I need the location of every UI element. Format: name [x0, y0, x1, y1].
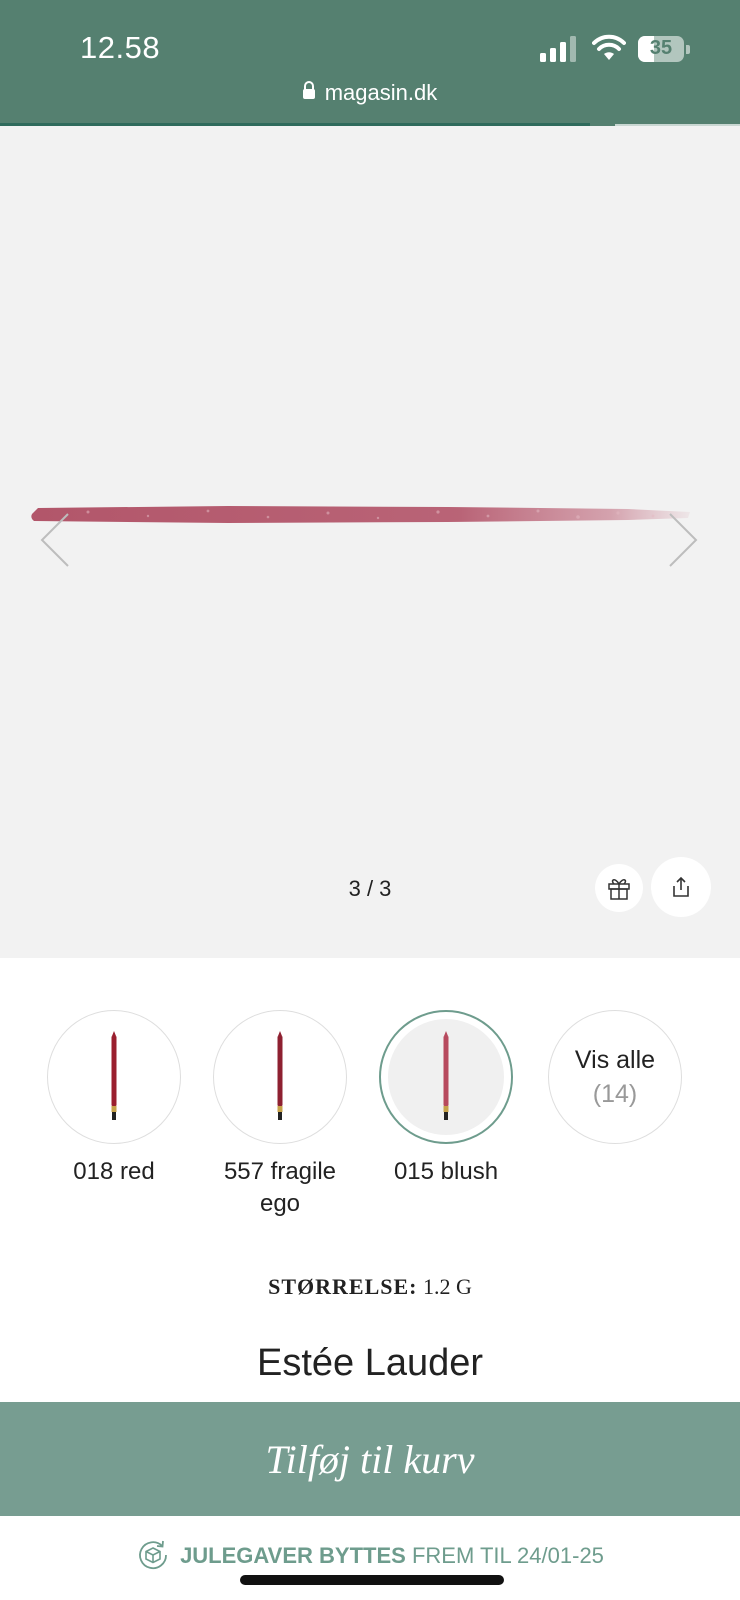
view-all-button[interactable]: Vis alle (14) — [548, 1010, 682, 1144]
pencil-thumbnail — [277, 1031, 283, 1120]
view-all-count: (14) — [592, 1080, 638, 1108]
battery-icon: 35 — [638, 36, 690, 62]
pencil-thumbnail — [443, 1031, 449, 1120]
add-to-cart-button[interactable]: Tilføj til kurv — [0, 1402, 740, 1516]
share-button[interactable] — [651, 857, 711, 917]
return-policy-bold: JULEGAVER BYTTES — [180, 1543, 406, 1568]
product-image-gallery[interactable]: 3 / 3 — [0, 126, 740, 958]
size-label: STØRRELSE: — [268, 1274, 418, 1299]
exchange-box-icon — [139, 1540, 167, 1570]
url-text: magasin.dk — [324, 80, 438, 105]
return-policy-banner: JULEGAVER BYTTES FREM TIL 24/01-25 — [0, 1538, 740, 1572]
brand-name: Estée Lauder — [256, 1342, 484, 1384]
home-indicator[interactable] — [240, 1575, 504, 1585]
battery-level: 35 — [649, 37, 673, 59]
variant-label: 018 red — [73, 1158, 155, 1185]
variant-018-red[interactable]: 018 red — [44, 1010, 184, 1188]
status-time: 12.58 — [80, 30, 161, 65]
size-value: 1.2 G — [423, 1274, 472, 1299]
browser-top-bar: 12.58 35 magasin.dk — [0, 0, 740, 126]
gift-button[interactable] — [595, 864, 643, 912]
lock-icon — [302, 81, 315, 101]
return-policy-rest: FREM TIL 24/01-25 — [411, 1543, 604, 1568]
variant-swatch[interactable] — [213, 1010, 347, 1144]
cellular-signal-icon — [540, 36, 576, 62]
view-all-variants[interactable]: Vis alle (14) — [545, 1010, 685, 1144]
gift-icon — [608, 879, 630, 900]
variant-swatch-selected[interactable] — [379, 1010, 513, 1144]
wifi-icon — [592, 34, 626, 60]
address-bar[interactable]: magasin.dk — [0, 80, 740, 106]
next-image-arrow[interactable] — [662, 510, 702, 570]
color-variant-selector: 018 red 557 fragile ego 015 blush Vis al… — [0, 1010, 740, 1230]
variant-swatch[interactable] — [47, 1010, 181, 1144]
lip-liner-swatch-image — [31, 506, 691, 523]
variant-label: 015 blush — [393, 1158, 499, 1185]
variant-557-fragile-ego[interactable]: 557 fragile ego — [210, 1010, 350, 1220]
pencil-thumbnail — [111, 1031, 117, 1120]
variant-label: 557 fragile ego — [223, 1158, 337, 1217]
share-icon — [673, 876, 689, 897]
view-all-label: Vis alle — [574, 1046, 656, 1074]
product-size: STØRRELSE: 1.2 G — [0, 1274, 740, 1300]
previous-image-arrow[interactable] — [36, 510, 76, 570]
variant-015-blush[interactable]: 015 blush — [376, 1010, 516, 1188]
